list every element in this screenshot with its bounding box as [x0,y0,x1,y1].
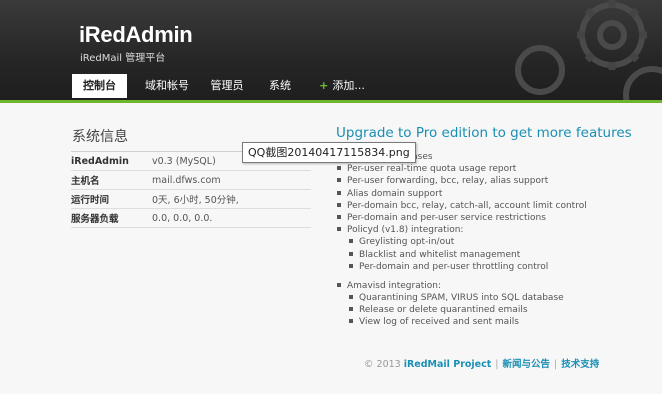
bullet-icon [337,214,341,219]
list-spacer [337,273,647,280]
image-tooltip: QQ截图20140417115834.png [242,142,416,163]
table-row: 服务器负载 0.0, 0.0, 0.0. [71,208,311,228]
feature-item: Per-domain and per-user throttling contr… [337,261,647,273]
feature-text: Per-domain and per-user service restrict… [347,212,546,223]
gears-decoration-icon [515,0,662,101]
bullet-icon [337,190,341,195]
app-title[interactable]: iRedAdmin [79,22,193,48]
feature-text: Per-user forwarding, bcc, relay, alias s… [347,176,549,187]
info-key: 主机名 [71,170,152,190]
header: iRedAdmin iRedMail 管理平台 控制台 域和帐号 管理员 系统 … [0,0,662,101]
bullet-icon [337,202,341,207]
info-value: 0.0, 0.0, 0.0. [152,208,311,228]
project-link[interactable]: iRedMail Project [404,359,492,370]
tab-domains-accounts[interactable]: 域和帐号 [137,74,197,98]
feature-item: Blacklist and whitelist management [337,249,647,261]
support-link[interactable]: 技术支持 [561,359,599,370]
feature-text: Alias domain support [347,188,443,199]
bullet-icon [349,239,353,244]
feature-item: Per-user forwarding, bcc, relay, alias s… [337,175,647,187]
feature-text: Blacklist and whitelist management [359,249,521,260]
app-subtitle: iRedMail 管理平台 [80,53,166,64]
table-row: 运行时间 0天, 6小时, 50分钟, [71,189,311,209]
feature-item: Amavisd integration: [337,280,647,292]
bullet-icon [337,178,341,183]
upgrade-link[interactable]: Upgrade to Pro edition to get more featu… [336,125,632,141]
feature-item: Alias domain support [337,188,647,200]
feature-item: Release or delete quarantined emails [337,304,647,316]
feature-item: Greylisting opt-in/out [337,236,647,248]
info-key: iRedAdmin [71,151,152,171]
feature-list: of mail lists/aliasesPer-user real-time … [337,151,647,329]
table-row: 主机名 mail.dfws.com [71,170,311,190]
footer-separator: | [554,359,558,370]
footer-separator: | [495,359,499,370]
feature-text: Release or delete quarantined emails [359,305,528,316]
feature-text: Per-domain bcc, relay, catch-all, accoun… [347,200,587,211]
bullet-icon [337,282,341,287]
feature-text: Greylisting opt-in/out [359,237,455,248]
tab-admins[interactable]: 管理员 [205,74,249,98]
feature-item: Quarantining SPAM, VIRUS into SQL databa… [337,292,647,304]
tab-add[interactable]: + 添加... [312,74,372,98]
info-key: 运行时间 [71,189,152,209]
footer: © 2013 iRedMail Project | 新闻与公告 | 技术支持 [364,356,599,370]
bullet-icon [337,166,341,171]
feature-text: Quarantining SPAM, VIRUS into SQL databa… [359,293,564,304]
feature-item: Per-domain bcc, relay, catch-all, accoun… [337,200,647,212]
system-info-title: 系统信息 [72,129,128,145]
feature-text: Amavisd integration: [347,280,441,291]
bullet-icon [349,319,353,324]
info-value: 0天, 6小时, 50分钟, [152,189,311,209]
info-value: mail.dfws.com [152,170,311,190]
feature-item: View log of received and sent mails [337,316,647,328]
feature-item: Per-user real-time quota usage report [337,163,647,175]
tab-system[interactable]: 系统 [263,74,297,98]
tab-add-label: 添加... [332,79,365,92]
plus-icon: + [319,79,329,92]
feature-item: Per-domain and per-user service restrict… [337,212,647,224]
feature-text: View log of received and sent mails [359,317,519,328]
feature-text: Per-domain and per-user throttling contr… [359,261,549,272]
copyright-text: © 2013 [364,359,401,370]
bullet-icon [337,227,341,232]
feature-text: Per-user real-time quota usage report [347,164,517,175]
bullet-icon [349,307,353,312]
info-key: 服务器负载 [71,208,152,228]
feature-item: Policyd (v1.8) integration: [337,224,647,236]
news-link[interactable]: 新闻与公告 [502,359,550,370]
tab-dashboard[interactable]: 控制台 [72,74,127,98]
bullet-icon [349,295,353,300]
bullet-icon [349,251,353,256]
feature-text: Policyd (v1.8) integration: [347,225,464,236]
bullet-icon [349,263,353,268]
